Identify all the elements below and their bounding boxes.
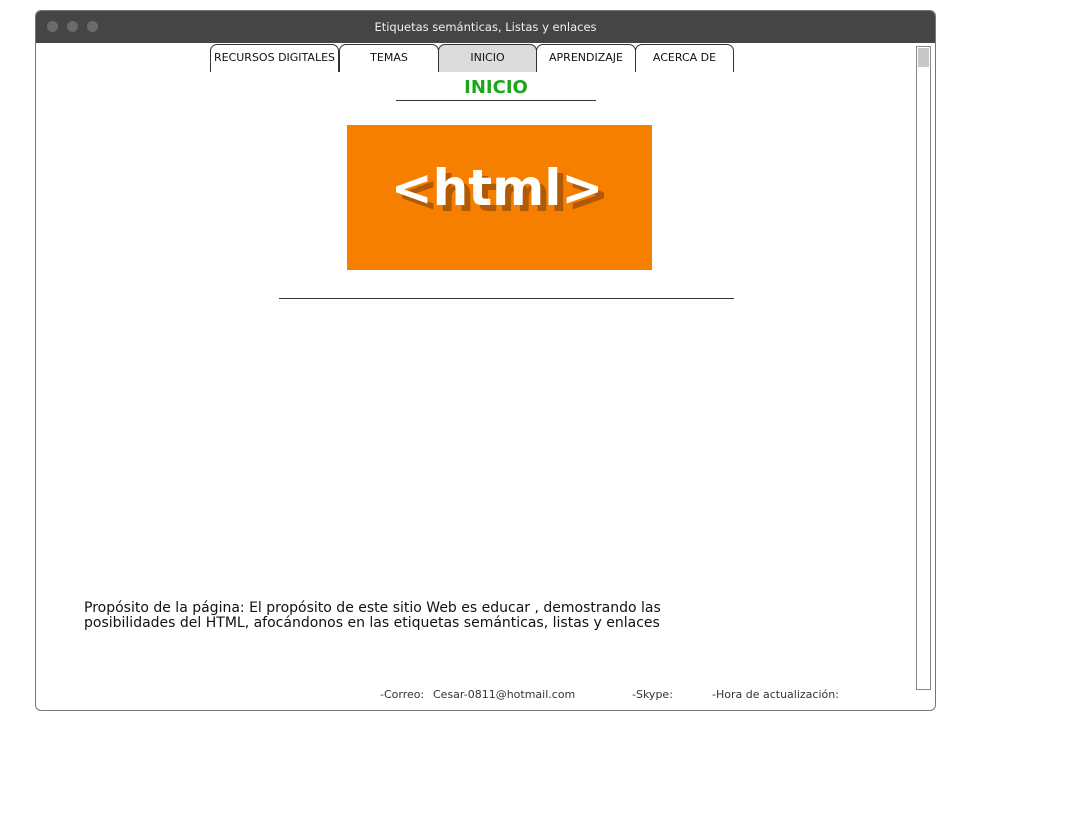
tab-temas[interactable]: TEMAS [339,44,439,72]
purpose-text: Propósito de la página: El propósito de … [84,600,661,631]
tab-acerca-de[interactable]: ACERCA DE [635,44,734,72]
html-logo-text: <html> [391,159,604,217]
html-logo-banner: <html> <html> [347,125,652,270]
content-divider [279,298,734,299]
email-label: -Correo: [380,688,425,701]
email-value: Cesar-0811@hotmail.com [433,688,576,701]
skype-label: -Skype: [632,688,673,701]
html-logo-image: <html> <html> [391,159,610,223]
update-time-label: -Hora de actualización: [712,688,839,701]
vertical-scrollbar[interactable] [916,46,931,690]
tab-inicio[interactable]: INICIO [438,44,537,72]
browser-window: Etiquetas semánticas, Listas y enlaces R… [35,10,936,711]
tab-aprendizaje[interactable]: APRENDIZAJE [536,44,636,72]
tab-recursos-digitales[interactable]: RECURSOS DIGITALES [210,44,339,72]
title-bar: Etiquetas semánticas, Listas y enlaces [36,11,935,43]
page-heading: INICIO [464,77,528,98]
scrollbar-thumb[interactable] [918,48,929,67]
window-title: Etiquetas semánticas, Listas y enlaces [374,20,597,34]
heading-divider [396,100,596,101]
